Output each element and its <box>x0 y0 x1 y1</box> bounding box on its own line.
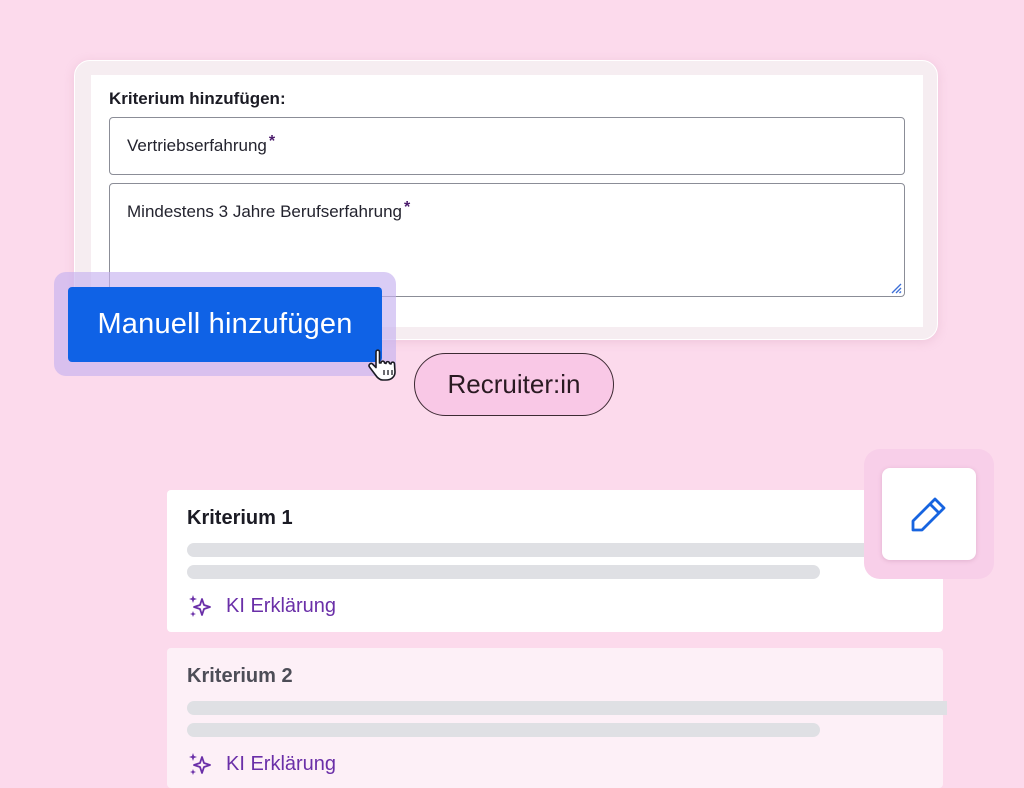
criterion-title: Kriterium 1 <box>187 507 293 529</box>
criterion-name-value: Vertriebserfahrung <box>127 136 267 155</box>
resize-handle-icon[interactable] <box>890 282 902 294</box>
hand-pointer-icon <box>368 349 396 381</box>
sparkle-icon <box>189 753 211 775</box>
ai-explanation-link[interactable]: KI Erklärung <box>187 751 336 777</box>
ai-explanation-link[interactable]: KI Erklärung <box>187 593 336 619</box>
ai-explanation-label: KI Erklärung <box>226 752 337 775</box>
role-badge: Recruiter:in <box>414 353 614 416</box>
text-placeholder-line <box>187 565 820 579</box>
criterion-name-field[interactable]: Vertriebserfahrung * <box>109 117 905 175</box>
criterion-title: Kriterium 2 <box>187 665 293 687</box>
criterion-card: Kriterium 1 KI Erklärung <box>167 490 943 632</box>
add-manually-button[interactable]: Manuell hinzufügen <box>68 287 382 362</box>
text-placeholder-line <box>187 723 820 737</box>
form-title: Kriterium hinzufügen: <box>109 89 286 108</box>
text-placeholder-line <box>187 701 947 715</box>
criterion-description-value: Mindestens 3 Jahre Berufserfahrung <box>127 202 402 221</box>
criterion-card: Kriterium 2 KI Erklärung <box>167 648 947 788</box>
required-marker: * <box>268 133 276 150</box>
ai-explanation-label: KI Erklärung <box>226 594 337 617</box>
pencil-icon <box>911 497 946 532</box>
required-marker: * <box>404 199 411 216</box>
text-placeholder-line <box>187 543 875 557</box>
edit-criterion-button[interactable] <box>882 468 976 560</box>
sparkle-icon <box>189 595 211 617</box>
